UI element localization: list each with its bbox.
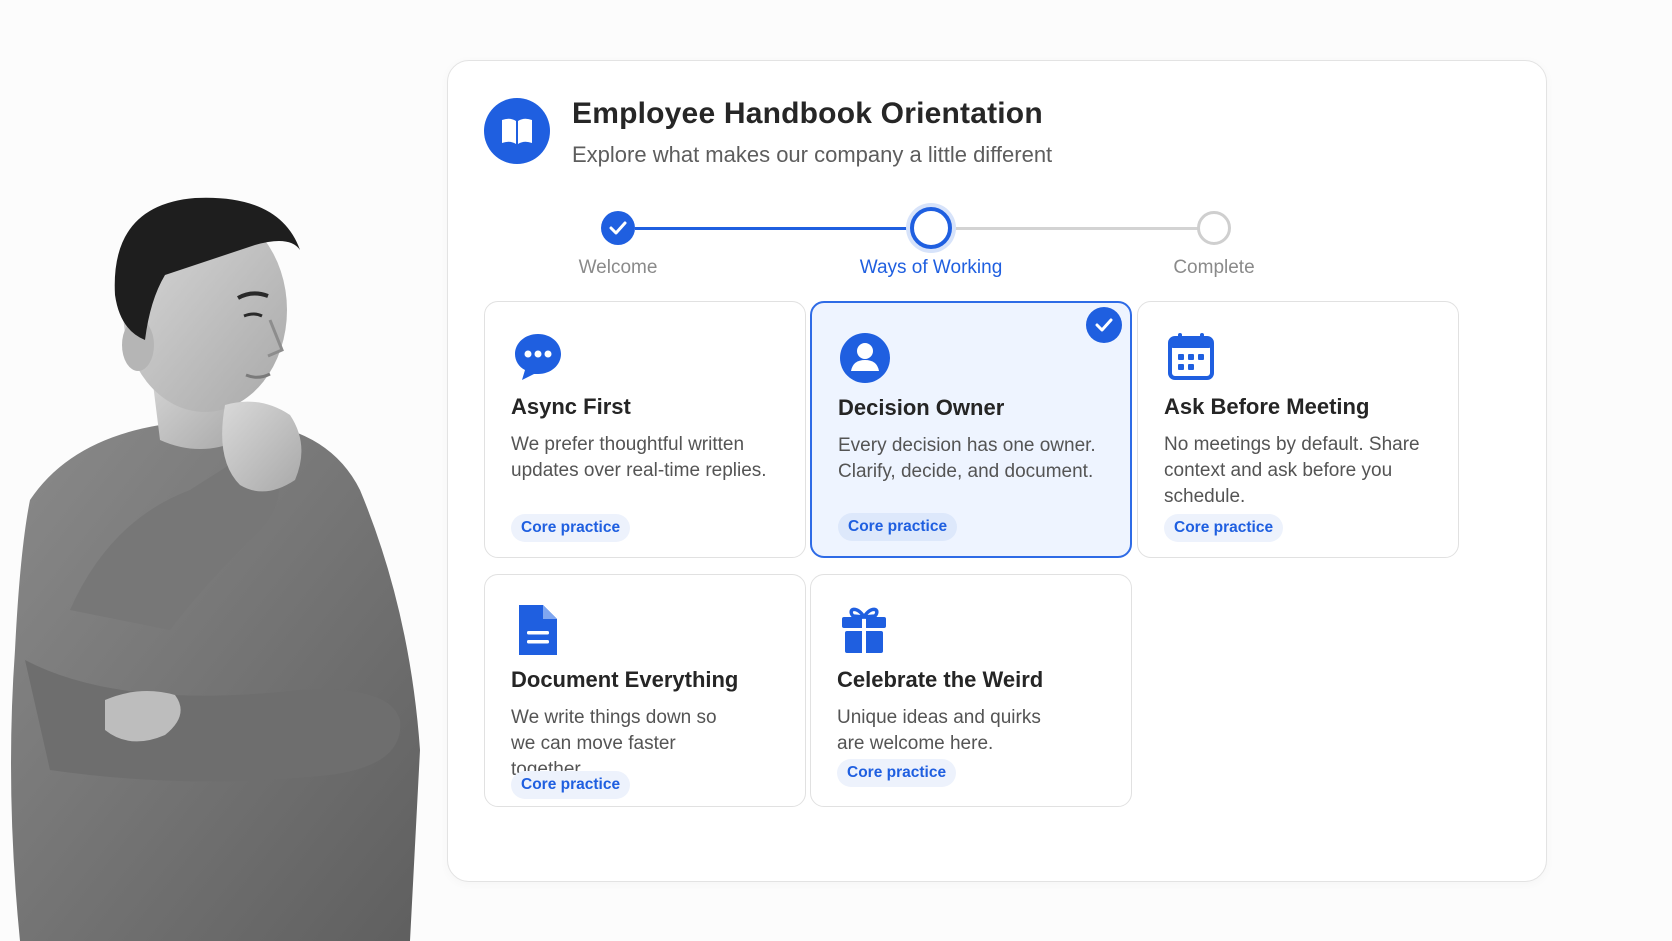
step-ways-of-working-indicator[interactable] <box>910 207 952 249</box>
card-description: Unique ideas and quirks are welcome here… <box>837 707 1041 754</box>
step-connector-upcoming <box>936 227 1200 230</box>
core-practice-badge: Core practice <box>511 771 631 799</box>
document-icon <box>511 603 565 657</box>
core-practice-badge: Core practice <box>838 513 958 541</box>
card-description: No meetings by default. Share context an… <box>1164 434 1420 507</box>
progress-stepper: Welcome Ways of Working Complete <box>448 61 1546 301</box>
chat-bubble-icon <box>511 330 565 384</box>
core-practice-badge: Core practice <box>511 514 631 542</box>
gift-icon <box>837 603 891 657</box>
card-title: Ask Before Meeting <box>1164 394 1370 419</box>
calendar-icon <box>1164 330 1218 384</box>
card-title: Celebrate the Weird <box>837 667 1044 692</box>
step-welcome-check-icon[interactable] <box>601 211 635 245</box>
core-practice-badge: Core practice <box>837 759 957 787</box>
card-ask-before-meeting[interactable]: Ask Before Meeting No meetings by defaul… <box>1137 301 1459 558</box>
user-icon <box>838 331 892 385</box>
step-complete-indicator[interactable] <box>1197 211 1231 245</box>
card-description: We prefer thoughtful written updates ove… <box>511 434 767 481</box>
card-description: Every decision has one owner. Clarify, d… <box>838 435 1096 482</box>
card-title: Document Everything <box>511 667 739 692</box>
step-label-ways-of-working: Ways of Working <box>859 257 1003 278</box>
person-illustration <box>11 197 420 941</box>
core-practice-badge: Core practice <box>1164 514 1284 542</box>
card-decision-owner[interactable]: Decision Owner Every decision has one ow… <box>810 301 1132 558</box>
card-document-everything[interactable]: Document Everything We write things down… <box>484 574 806 807</box>
card-async-first[interactable]: Async First We prefer thoughtful written… <box>484 301 806 558</box>
orientation-panel: Employee Handbook Orientation Explore wh… <box>447 60 1547 882</box>
card-title: Async First <box>511 394 631 419</box>
step-label-welcome: Welcome <box>578 257 658 278</box>
card-title: Decision Owner <box>838 395 1005 420</box>
selected-check-icon <box>1086 307 1122 343</box>
card-celebrate-the-weird[interactable]: Celebrate the Weird Unique ideas and qui… <box>810 574 1132 807</box>
step-label-complete: Complete <box>1173 257 1255 278</box>
step-connector-complete <box>635 227 915 230</box>
